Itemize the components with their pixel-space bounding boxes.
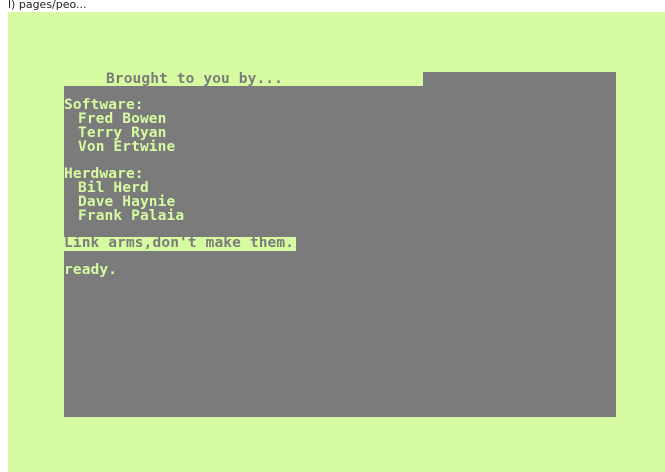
title-text: Brought to you by... [106,71,283,87]
motto-line: Link arms,don't make them. [64,235,297,251]
c64-screen[interactable]: Brought to you by... Software: Fred Bowe… [64,72,616,417]
c64-border: Brought to you by... Software: Fred Bowe… [8,12,665,472]
title-bar: Brought to you by... [64,72,423,86]
ready-prompt: ready. [64,262,118,278]
hardware-credit: Frank Palaia [78,208,185,224]
software-credit: Von Ertwine [78,139,176,155]
page-caption: l) pages/peo... [8,0,87,11]
